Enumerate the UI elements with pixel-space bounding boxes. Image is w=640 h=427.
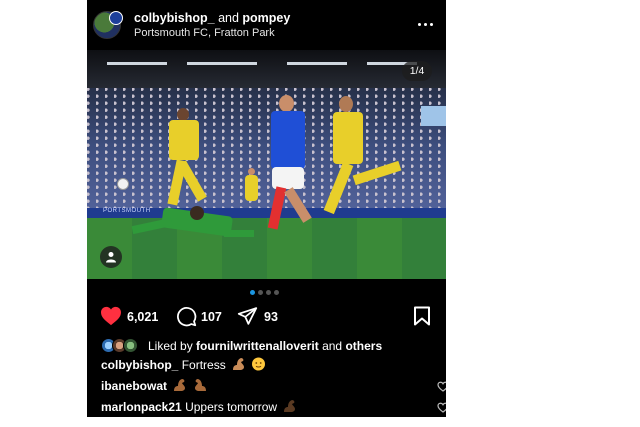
flexed-biceps-emoji [233, 358, 245, 370]
stadium-roof [87, 50, 446, 88]
heart-outline-icon[interactable] [437, 381, 446, 392]
flexed-biceps-emoji [284, 400, 296, 412]
share-icon [237, 307, 258, 325]
comment-username[interactable]: marlonpack21 [101, 400, 182, 414]
share-count[interactable]: 93 [264, 310, 278, 324]
more-options-button[interactable] [415, 14, 437, 34]
carousel-dot[interactable] [250, 290, 255, 295]
carousel-dot[interactable] [266, 290, 271, 295]
liked-by-text: Liked by fournilwrittenalloverit and oth… [148, 339, 382, 353]
user-tag-icon [106, 252, 116, 263]
carousel-dot[interactable] [258, 290, 263, 295]
liked-by-others[interactable]: others [345, 339, 382, 353]
comment-button[interactable]: 107 [176, 306, 228, 328]
collaborator-avatar[interactable] [109, 11, 123, 25]
comment-count[interactable]: 107 [201, 310, 222, 324]
author-username[interactable]: colbybishop_ [134, 11, 215, 25]
like-count[interactable]: 6,021 [127, 310, 158, 324]
heart-icon [101, 306, 121, 326]
post-header: colbybishop_ and pompey Portsmouth FC, F… [87, 0, 446, 50]
football [117, 178, 129, 190]
author-connector: and [218, 11, 239, 25]
carousel-indicator [250, 290, 290, 296]
liked-by-connector: and [322, 339, 343, 353]
player-yellow-right [323, 96, 407, 236]
caption-username[interactable]: colbybishop_ [101, 358, 178, 372]
goalkeeper [131, 200, 262, 250]
collaborator-username[interactable]: pompey [242, 11, 290, 25]
liked-by-row: Liked by fournilwrittenalloverit and oth… [101, 337, 441, 355]
caption-text: Fortress [181, 358, 226, 372]
bookmark-icon [414, 306, 430, 326]
comment-row: marlonpack21 Uppers tomorrow [101, 399, 446, 417]
action-bar: 6,021 107 93 [87, 303, 446, 331]
post-photo[interactable]: PORTSMOUTH 1/4 [87, 50, 446, 279]
flexed-biceps-emoji [174, 379, 186, 391]
comment-icon [177, 307, 197, 327]
carousel-dot[interactable] [274, 290, 279, 295]
post-location[interactable]: Portsmouth FC, Fratton Park [134, 27, 275, 39]
tagged-users-button[interactable] [100, 246, 122, 268]
carousel-counter: 1/4 [402, 61, 432, 81]
like-button[interactable]: 6,021 [100, 306, 160, 328]
comment-text: Uppers tomorrow [185, 400, 278, 414]
face-emoji [252, 357, 266, 371]
liked-by-prefix: Liked by [148, 339, 193, 353]
liked-by-user[interactable]: fournilwrittenalloverit [196, 339, 319, 353]
heart-outline-icon[interactable] [437, 402, 446, 413]
sky-patch [421, 106, 446, 126]
player-blue-striker [257, 95, 327, 245]
comment-row: ibanebowat [101, 378, 446, 396]
post-caption: colbybishop_ Fortress [101, 357, 266, 375]
player-yellow-background [243, 168, 261, 204]
instagram-post: colbybishop_ and pompey Portsmouth FC, F… [87, 0, 446, 417]
share-button[interactable]: 93 [237, 306, 285, 328]
save-button[interactable] [413, 306, 433, 328]
liker-avatar[interactable] [123, 338, 138, 353]
comment-username[interactable]: ibanebowat [101, 379, 167, 393]
author-line: colbybishop_ and pompey [134, 11, 290, 25]
flexed-biceps-emoji [194, 379, 206, 391]
